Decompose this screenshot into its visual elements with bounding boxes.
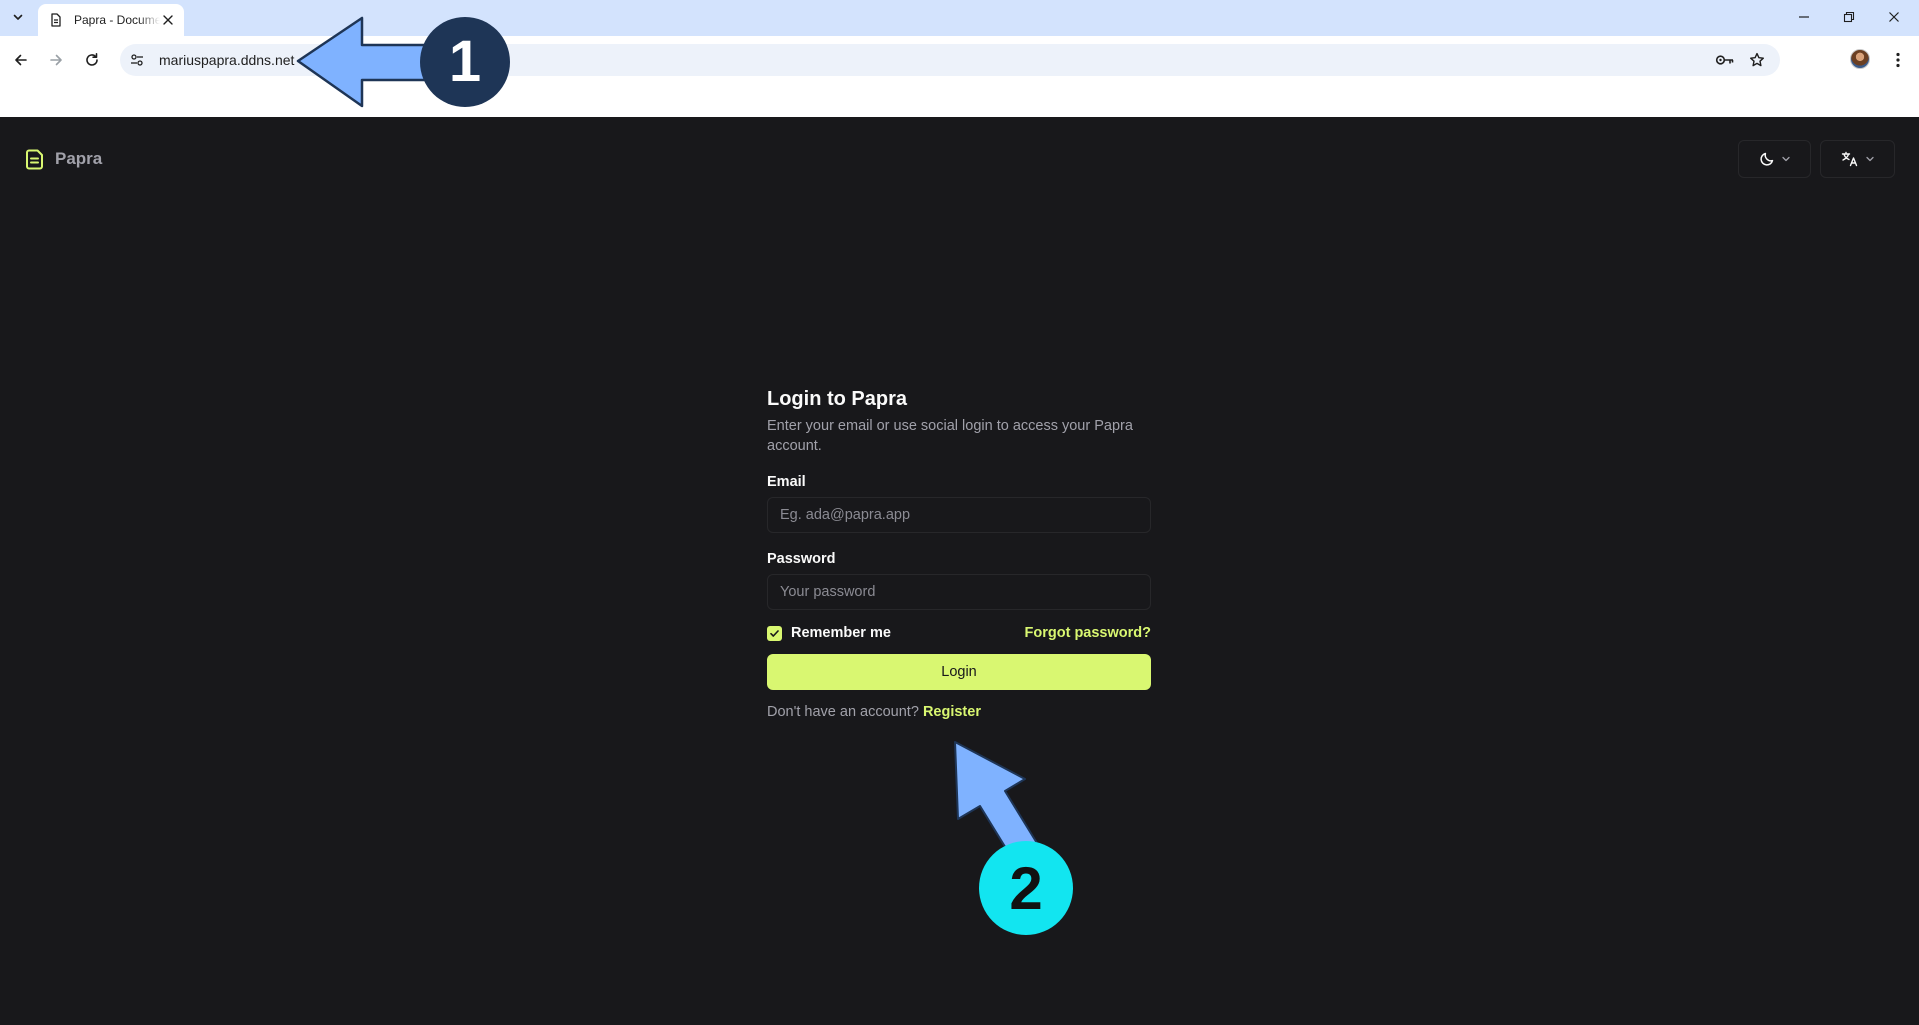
- login-button[interactable]: Login: [767, 654, 1151, 690]
- remember-checkbox[interactable]: [767, 625, 782, 641]
- url-text[interactable]: mariuspapra.ddns.net: [159, 44, 294, 76]
- login-title: Login to Papra: [767, 388, 907, 410]
- moon-icon: [1759, 152, 1773, 166]
- address-bar[interactable]: mariuspapra.ddns.net: [120, 44, 1780, 76]
- restore-icon: [1843, 11, 1855, 23]
- minimize-icon: [1799, 16, 1809, 18]
- back-button[interactable]: [7, 46, 35, 74]
- reload-icon: [86, 53, 98, 66]
- translate-icon: [1841, 151, 1857, 167]
- site-info-icon[interactable]: [126, 49, 148, 71]
- papra-logo-icon: [26, 149, 43, 170]
- window-close-icon: [1889, 12, 1899, 22]
- brand[interactable]: Papra: [25, 148, 102, 170]
- check-icon: [770, 629, 779, 637]
- remember-label: Remember me: [791, 625, 891, 641]
- email-label: Email: [767, 474, 806, 490]
- bookmark-star-icon[interactable]: [1746, 50, 1768, 70]
- login-subtitle: Enter your email or use social login to …: [767, 418, 1133, 454]
- password-label: Password: [767, 551, 836, 567]
- language-switcher-button[interactable]: [1820, 140, 1895, 178]
- close-icon[interactable]: [160, 12, 176, 28]
- browser-toolbar: mariuspapra.ddns.net: [0, 36, 1919, 117]
- profile-avatar[interactable]: [1850, 49, 1870, 69]
- chevron-down-icon: [1865, 156, 1874, 162]
- restore-button[interactable]: [1834, 4, 1864, 30]
- forgot-password-link[interactable]: Forgot password?: [1025, 625, 1151, 641]
- password-input[interactable]: [767, 574, 1151, 610]
- back-icon: [15, 54, 27, 66]
- window-close-button[interactable]: [1879, 4, 1909, 30]
- minimize-button[interactable]: [1789, 4, 1819, 30]
- register-link[interactable]: Register: [923, 704, 981, 720]
- tab-list-button[interactable]: [6, 5, 30, 29]
- browser-tab[interactable]: Papra - Documents: [38, 4, 184, 36]
- document-favicon-icon: [48, 12, 64, 28]
- more-menu-button[interactable]: [1886, 46, 1910, 74]
- more-vert-icon: [1896, 52, 1900, 68]
- password-key-icon[interactable]: [1714, 50, 1736, 70]
- remember-row: Remember me Forgot password?: [767, 625, 1151, 641]
- login-form: Login to Papra Enter your email or use s…: [767, 387, 1151, 720]
- tab-title: Papra - Documents: [74, 13, 160, 27]
- register-row: Don't have an account? Register: [767, 704, 1151, 720]
- email-input[interactable]: [767, 497, 1151, 533]
- chevron-down-icon: [13, 14, 23, 20]
- brand-name: Papra: [55, 149, 103, 168]
- papra-page: Papra Login to Papra Enter your email or…: [0, 117, 1919, 1025]
- chevron-down-icon: [1781, 156, 1790, 162]
- remember-me[interactable]: Remember me: [767, 625, 891, 641]
- forward-icon: [50, 54, 62, 66]
- no-account-text: Don't have an account?: [767, 704, 919, 720]
- theme-switcher-button[interactable]: [1738, 140, 1811, 178]
- browser-tab-bar: Papra - Documents: [0, 0, 1919, 36]
- forward-button[interactable]: [42, 46, 70, 74]
- reload-button[interactable]: [78, 46, 106, 74]
